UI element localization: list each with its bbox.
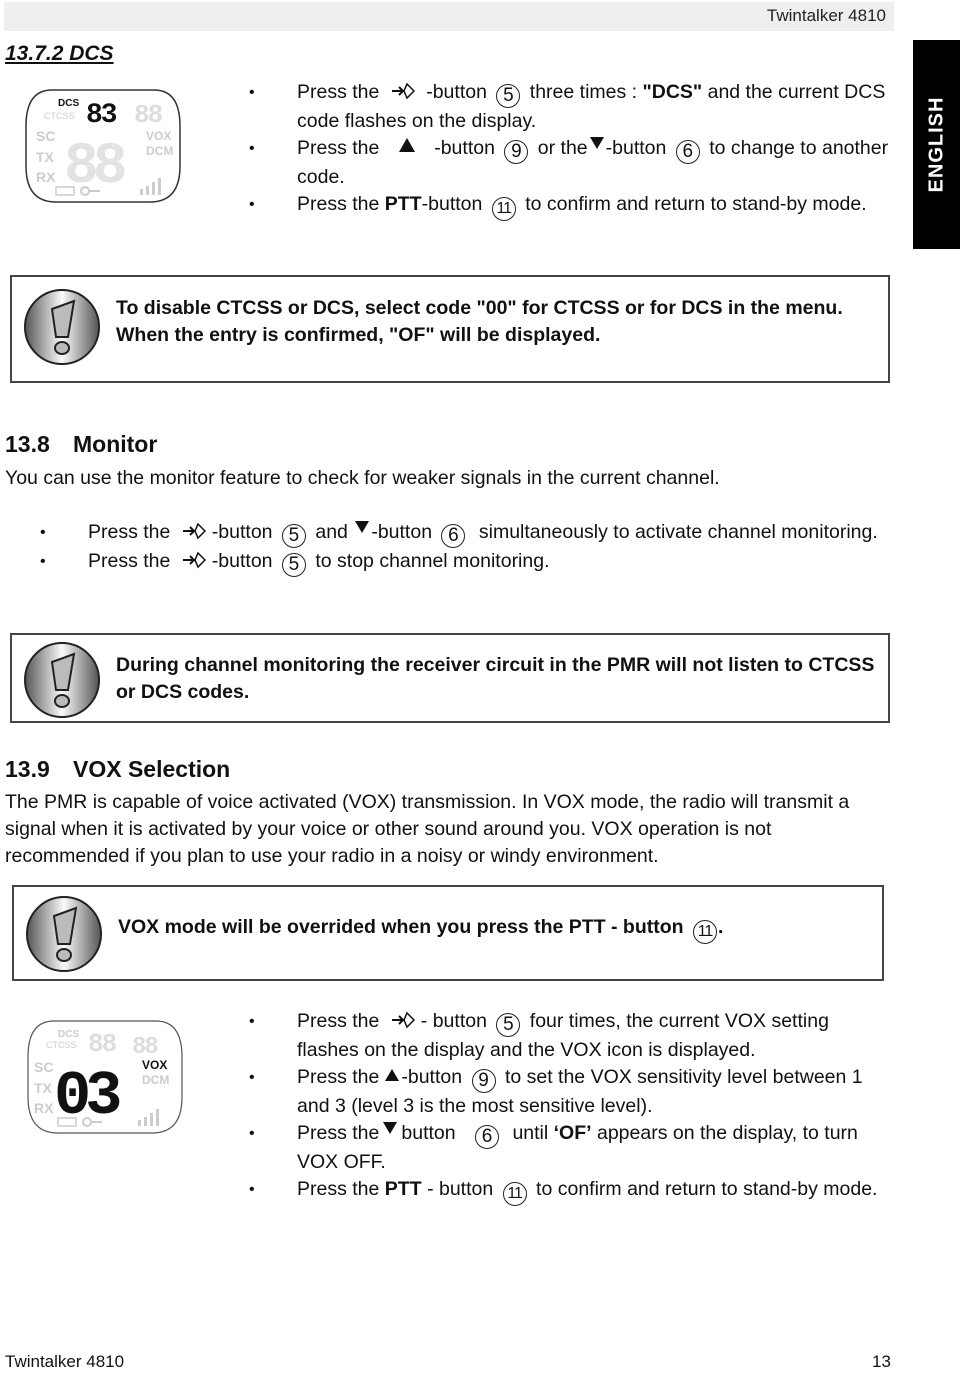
monitor-instructions: • Press the -button 5 and -button 6 simu… (40, 519, 888, 577)
vox-instructions: • Press the - button 5 four times, the c… (249, 1008, 887, 1206)
button-number-badge: 5 (496, 1013, 521, 1037)
button-number-badge: 6 (441, 524, 466, 548)
button-number-badge: 6 (675, 140, 700, 164)
svg-text:CTCSS: CTCSS (44, 111, 75, 121)
down-triangle-icon (383, 1122, 398, 1134)
up-triangle-icon (398, 138, 415, 152)
svg-text:DCS: DCS (58, 98, 79, 109)
subsection-heading-dcs: 13.7.2 DCS (5, 42, 114, 65)
up-triangle-icon (385, 1069, 400, 1081)
dcs-instructions: • Press the -button 5 three times : "DCS… (249, 79, 897, 221)
header-title: Twintalker 4810 (766, 6, 886, 25)
svg-text:DCM: DCM (142, 1073, 169, 1087)
svg-text:88: 88 (88, 1029, 117, 1059)
svg-text:RX: RX (36, 169, 56, 185)
down-triangle-icon (589, 137, 604, 149)
note-box-vox-override: VOX mode will be overrided when you pres… (12, 885, 884, 981)
svg-text:88: 88 (132, 1034, 158, 1061)
svg-text:DCS: DCS (58, 1029, 79, 1040)
list-item: • Press the -button 9 or the -button 6 to… (249, 137, 889, 188)
svg-text:CTCSS: CTCSS (46, 1040, 77, 1050)
svg-text:83: 83 (86, 100, 117, 131)
button-number-badge: 11 (502, 1182, 527, 1206)
svg-text:88: 88 (134, 100, 163, 130)
list-item: • Press the -button 5 and -button 6 simu… (40, 521, 878, 548)
exclamation-alert-icon (26, 896, 102, 972)
list-item: • Press the PTT - button 11 to confirm a… (249, 1176, 887, 1206)
mode-button-icon (182, 522, 206, 540)
list-item: • Press the -button 5 to stop channel mo… (40, 550, 550, 577)
svg-text:SC: SC (34, 1059, 53, 1075)
list-item: • Press the -button 5 three times : "DCS… (249, 81, 886, 132)
svg-text:TX: TX (34, 1080, 53, 1096)
button-number-badge: 6 (475, 1125, 500, 1149)
footer-product-name: Twintalker 4810 (5, 1352, 125, 1371)
list-item: • Press the -button 9 to set the VOX sens… (249, 1066, 863, 1117)
button-number-badge: 11 (491, 197, 516, 221)
lcd-display-dcs-icon: DCS CTCSS 83 88 SC TX RX 88 VOX DCM (25, 89, 181, 203)
mode-button-icon (182, 551, 206, 569)
button-number-badge: 5 (281, 553, 306, 577)
button-number-badge: 9 (471, 1069, 496, 1093)
page-number: 13 (872, 1352, 891, 1371)
svg-text:VOX: VOX (142, 1058, 167, 1072)
svg-text:RX: RX (34, 1100, 54, 1116)
svg-text:VOX: VOX (146, 129, 171, 143)
list-item: • Press the button 6 until ‘OF’ appears o… (249, 1122, 858, 1173)
button-number-badge: 11 (693, 920, 717, 944)
section-heading-monitor: 13.8 Monitor (5, 431, 158, 457)
exclamation-alert-icon (24, 289, 100, 365)
button-number-badge: 5 (281, 524, 306, 548)
button-number-badge: 9 (504, 140, 529, 164)
exclamation-alert-icon (24, 642, 100, 718)
monitor-intro: You can use the monitor feature to check… (5, 467, 720, 489)
lcd-display-vox-icon: DCS CTCSS 88 88 SC TX RX 03 VOX DCM (27, 1020, 183, 1134)
note-text: VOX mode will be overrided when you pres… (118, 914, 878, 944)
button-number-badge: 5 (496, 84, 521, 108)
vox-intro: The PMR is capable of voice activated (V… (5, 791, 850, 867)
mode-button-icon (391, 82, 415, 100)
mode-button-icon (391, 1011, 415, 1029)
svg-text:DCM: DCM (146, 144, 173, 158)
list-item: • Press the - button 5 four times, the c… (249, 1010, 829, 1061)
language-tab: ENGLISH (913, 40, 960, 249)
svg-text:03: 03 (54, 1061, 120, 1132)
section-heading-vox: 13.9 VOX Selection (5, 756, 231, 782)
list-item: • Press the PTT-button 11 to confirm and… (249, 191, 897, 221)
language-tab-label: ENGLISH (925, 96, 947, 193)
note-box-disable-codes: To disable CTCSS or DCS, select code "00… (10, 275, 890, 383)
page-header-bar (4, 2, 894, 31)
svg-text:SC: SC (36, 128, 55, 144)
note-text: During channel monitoring the receiver c… (116, 654, 875, 703)
down-triangle-icon (355, 521, 370, 533)
note-text: To disable CTCSS or DCS, select code "00… (116, 297, 843, 346)
note-box-monitoring: During channel monitoring the receiver c… (10, 633, 890, 723)
svg-text:TX: TX (36, 149, 55, 165)
